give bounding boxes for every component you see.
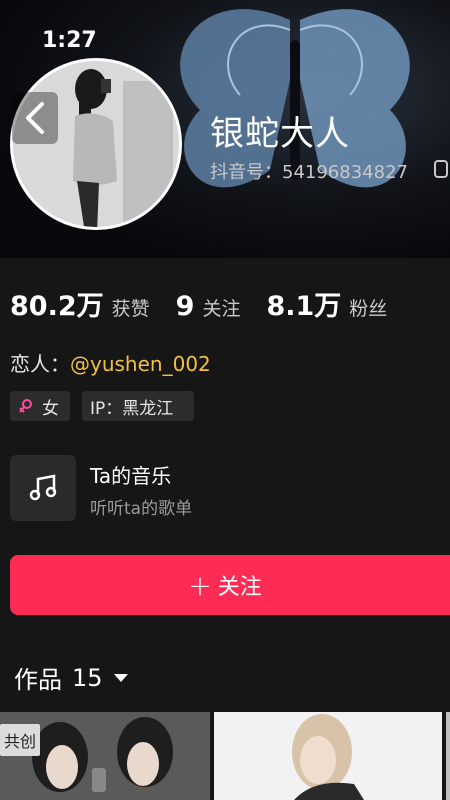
follow-button[interactable]: + 关注 (10, 555, 450, 615)
back-arrow-icon (26, 102, 44, 134)
back-button[interactable] (12, 92, 58, 144)
relationship-handle-link[interactable]: @yushen_002 (70, 352, 211, 376)
relationship-line: 恋人：@yushen_002 (10, 348, 211, 377)
video-thumbnail[interactable] (214, 712, 442, 800)
thumbnail-image (214, 712, 442, 800)
following-count[interactable]: 9 (176, 291, 195, 322)
profile-stats: 80.2万 获赞 9 关注 8.1万 粉丝 (10, 284, 413, 323)
ip-tag: IP：黑龙江 (82, 391, 194, 421)
followers-count[interactable]: 8.1万 (266, 284, 341, 323)
works-tab[interactable]: 作品 15 (14, 660, 129, 695)
profile-name: 银蛇大人 (210, 114, 350, 154)
female-icon (19, 399, 32, 413)
caret-down-icon (113, 673, 128, 682)
video-thumbnail-partial[interactable] (446, 712, 450, 800)
douyin-id: 抖音号：54196834827 (210, 162, 408, 183)
followers-label[interactable]: 粉丝 (349, 294, 387, 321)
music-note-icon (29, 474, 57, 501)
music-title[interactable]: Ta的音乐 (90, 460, 171, 489)
relationship-label: 恋人： (10, 352, 70, 376)
plus-icon: + (188, 568, 212, 602)
gender-tag: 女 (10, 391, 70, 421)
music-subtitle: 听听ta的歌单 (90, 499, 193, 519)
likes-label: 获赞 (111, 298, 150, 320)
works-label: 作品 (14, 666, 62, 694)
works-count: 15 (72, 663, 103, 692)
follow-label: 关注 (217, 575, 262, 600)
cocreate-badge: 共创 (0, 724, 41, 756)
copy-icon[interactable] (434, 160, 448, 178)
avatar-image (13, 61, 179, 227)
music-cover[interactable] (10, 455, 76, 521)
status-bar-time: 1:27 (42, 28, 97, 53)
following-label[interactable]: 关注 (202, 294, 240, 321)
likes-count: 80.2万 (10, 291, 104, 322)
gender-label: 女 (42, 398, 59, 419)
avatar[interactable] (10, 58, 182, 230)
